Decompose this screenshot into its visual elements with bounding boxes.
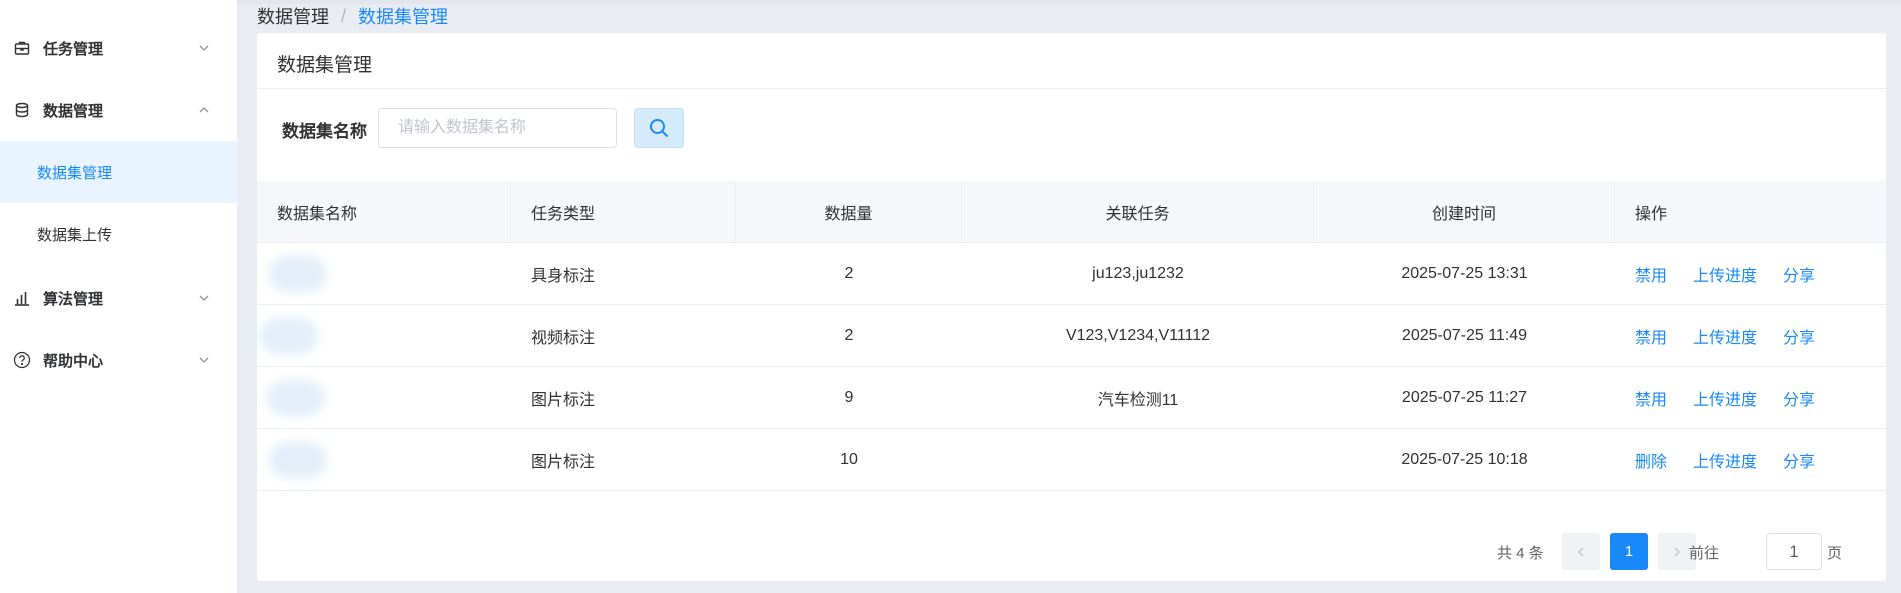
chevron-down-icon <box>199 357 209 363</box>
chevron-up-icon <box>199 107 209 113</box>
table-row: 图片标注 9 汽车检测11 2025-07-25 11:27 禁用 上传进度 分… <box>257 367 1886 429</box>
prev-page-button[interactable] <box>1562 533 1600 570</box>
count-cell: 2 <box>844 265 854 282</box>
linked-task-cell: 汽车检测11 <box>1097 392 1179 409</box>
share-button[interactable]: 分享 <box>1783 386 1815 410</box>
sidebar-subitem-dataset-upload[interactable]: 数据集上传 <box>0 203 237 265</box>
disable-button[interactable]: 禁用 <box>1635 324 1667 348</box>
sidebar-subitem-label: 数据集管理 <box>37 164 113 182</box>
card-header: 数据集管理 <box>257 33 1886 89</box>
search-button[interactable] <box>634 108 684 148</box>
main-card: 数据集管理 数据集名称 数据集名称 任务类型 数据量 关联任务 创建时间 操作 … <box>257 33 1886 581</box>
created-time-cell: 2025-07-25 11:49 <box>1401 327 1528 344</box>
search-icon <box>650 119 669 138</box>
breadcrumb: 数据管理 / 数据集管理 <box>257 3 449 29</box>
goto-label: 前往 <box>1689 545 1720 562</box>
goto-page-input[interactable] <box>1766 533 1822 570</box>
share-button[interactable]: 分享 <box>1783 324 1815 348</box>
sidebar-item-help-center[interactable]: 帮助中心 <box>0 329 237 391</box>
dataset-name-cell <box>267 367 511 429</box>
dataset-name-cell <box>260 305 511 367</box>
sidebar-subitem-label: 数据集上传 <box>37 226 113 244</box>
sidebar-item-algorithm-management[interactable]: 算法管理 <box>0 267 237 329</box>
sidebar-item-label: 数据管理 <box>43 102 104 120</box>
task-type-cell: 图片标注 <box>531 392 596 409</box>
sidebar-item-label: 帮助中心 <box>43 352 104 370</box>
chevron-right-icon <box>1674 546 1681 557</box>
column-header-created-time: 创建时间 <box>1314 181 1615 243</box>
column-header-actions: 操作 <box>1635 206 1668 223</box>
column-header-linked-task: 关联任务 <box>962 181 1314 243</box>
task-type-cell: 具身标注 <box>531 268 596 285</box>
breadcrumb-parent[interactable]: 数据管理 <box>257 3 329 29</box>
bar-chart-icon <box>12 288 32 308</box>
count-cell: 10 <box>840 451 858 468</box>
created-time-cell: 2025-07-25 11:27 <box>1401 389 1528 406</box>
table-row: 图片标注 10 2025-07-25 10:18 删除 上传进度 分享 <box>257 429 1886 491</box>
table-header: 数据集名称 任务类型 数据量 关联任务 创建时间 操作 <box>257 181 1886 243</box>
chevron-left-icon <box>1577 546 1584 557</box>
sidebar-item-label: 算法管理 <box>43 290 104 308</box>
disable-button[interactable]: 禁用 <box>1635 262 1667 286</box>
database-icon <box>12 100 32 120</box>
column-header-task-type: 任务类型 <box>511 181 736 243</box>
blurred-dataset-name <box>269 442 327 478</box>
chevron-down-icon <box>199 45 209 51</box>
upload-progress-button[interactable]: 上传进度 <box>1693 386 1757 410</box>
sidebar: 任务管理 数据管理 数据集管理 数据集上传 算法管理 帮助中心 <box>0 0 237 593</box>
count-cell: 9 <box>844 389 854 406</box>
chevron-down-icon <box>199 295 209 301</box>
sidebar-item-data-management[interactable]: 数据管理 <box>0 79 237 141</box>
linked-task-cell <box>962 429 1314 491</box>
search-input[interactable] <box>378 108 617 148</box>
sidebar-subitem-dataset-management[interactable]: 数据集管理 <box>0 141 237 203</box>
help-circle-icon <box>12 350 32 370</box>
linked-task-cell: ju123,ju1232 <box>1092 265 1184 282</box>
table-row: 具身标注 2 ju123,ju1232 2025-07-25 13:31 禁用 … <box>257 243 1886 305</box>
page-suffix: 页 <box>1827 545 1843 562</box>
task-type-cell: 视频标注 <box>531 330 596 347</box>
dataset-table: 数据集名称 任务类型 数据量 关联任务 创建时间 操作 具身标注 2 ju123… <box>257 181 1886 491</box>
share-button[interactable]: 分享 <box>1783 262 1815 286</box>
briefcase-icon <box>12 38 32 58</box>
page-number-button[interactable]: 1 <box>1610 533 1648 570</box>
sidebar-item-label: 任务管理 <box>43 40 104 58</box>
linked-task-cell: V123,V1234,V11112 <box>1065 327 1211 344</box>
dataset-name-cell <box>269 429 511 491</box>
column-header-name: 数据集名称 <box>257 181 511 243</box>
column-header-count: 数据量 <box>736 181 962 243</box>
search-label: 数据集名称 <box>282 122 367 141</box>
disable-button[interactable]: 禁用 <box>1635 386 1667 410</box>
share-button[interactable]: 分享 <box>1783 448 1815 472</box>
delete-button[interactable]: 删除 <box>1635 448 1667 472</box>
table-row: 视频标注 2 V123,V1234,V11112 2025-07-25 11:4… <box>257 305 1886 367</box>
created-time-cell: 2025-07-25 10:18 <box>1401 451 1528 468</box>
count-cell: 2 <box>844 327 854 344</box>
upload-progress-button[interactable]: 上传进度 <box>1693 262 1757 286</box>
upload-progress-button[interactable]: 上传进度 <box>1693 448 1757 472</box>
blurred-dataset-name <box>260 318 318 354</box>
pagination-total: 共 4 条 <box>1497 545 1544 562</box>
sidebar-item-task-management[interactable]: 任务管理 <box>0 17 237 79</box>
breadcrumb-current: 数据集管理 <box>358 7 449 27</box>
blurred-dataset-name <box>269 256 327 292</box>
page-title: 数据集管理 <box>277 55 373 76</box>
blurred-dataset-name <box>267 380 325 416</box>
task-type-cell: 图片标注 <box>531 454 596 471</box>
dataset-name-cell <box>269 243 511 305</box>
created-time-cell: 2025-07-25 13:31 <box>1401 265 1528 282</box>
breadcrumb-separator: / <box>341 5 347 26</box>
upload-progress-button[interactable]: 上传进度 <box>1693 324 1757 348</box>
